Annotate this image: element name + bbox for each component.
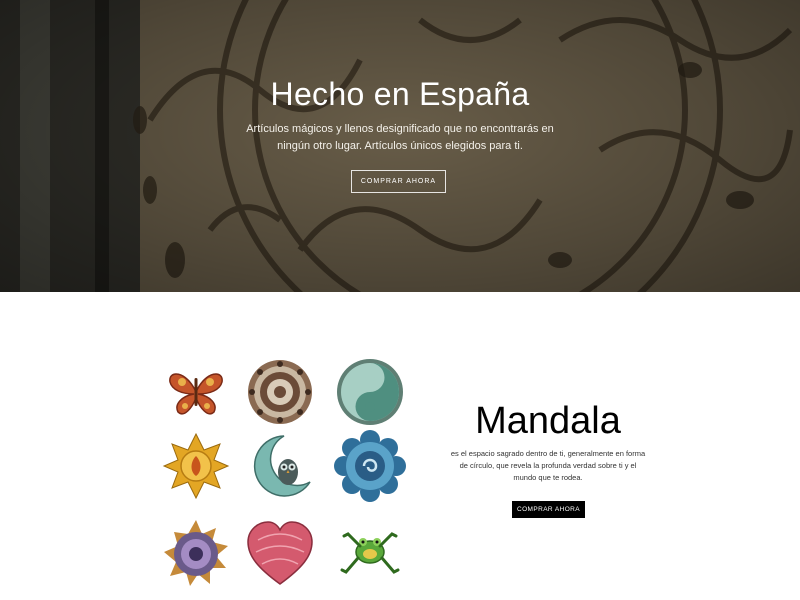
hero-subtitle: Artículos mágicos y llenos designificado… xyxy=(246,123,554,152)
product-title: Mandala xyxy=(475,400,621,442)
product-frog[interactable] xyxy=(334,518,406,590)
product-teal-mandala[interactable] xyxy=(334,356,406,428)
teal-mandala-icon xyxy=(337,359,403,425)
owl-moon-icon xyxy=(253,435,311,497)
blue-mandala-icon xyxy=(334,430,406,502)
product-shop-now-button[interactable]: COMPRAR AHORA xyxy=(512,501,585,518)
purple-mandala-icon xyxy=(164,520,228,586)
product-heart[interactable] xyxy=(244,518,316,590)
product-butterfly[interactable] xyxy=(160,356,232,428)
brown-mandala-icon xyxy=(248,360,312,424)
product-blue-mandala[interactable] xyxy=(334,430,406,502)
product-golden-sun[interactable] xyxy=(160,430,232,502)
product-description: es el espacio sagrado dentro de ti, gene… xyxy=(450,449,646,482)
hero-shop-now-button[interactable]: COMPRAR AHORA xyxy=(351,170,446,193)
frog-icon xyxy=(340,532,400,574)
product-purple-mandala[interactable] xyxy=(160,518,232,590)
golden-sun-icon xyxy=(162,432,230,500)
product-brown-mandala[interactable] xyxy=(244,356,316,428)
heart-icon xyxy=(247,521,313,585)
hero-title: Hecho en España xyxy=(270,76,530,112)
product-owl-moon[interactable] xyxy=(244,430,316,502)
butterfly-icon xyxy=(169,373,223,415)
hero-banner: Hecho en España Artículos mágicos y llen… xyxy=(0,0,800,292)
